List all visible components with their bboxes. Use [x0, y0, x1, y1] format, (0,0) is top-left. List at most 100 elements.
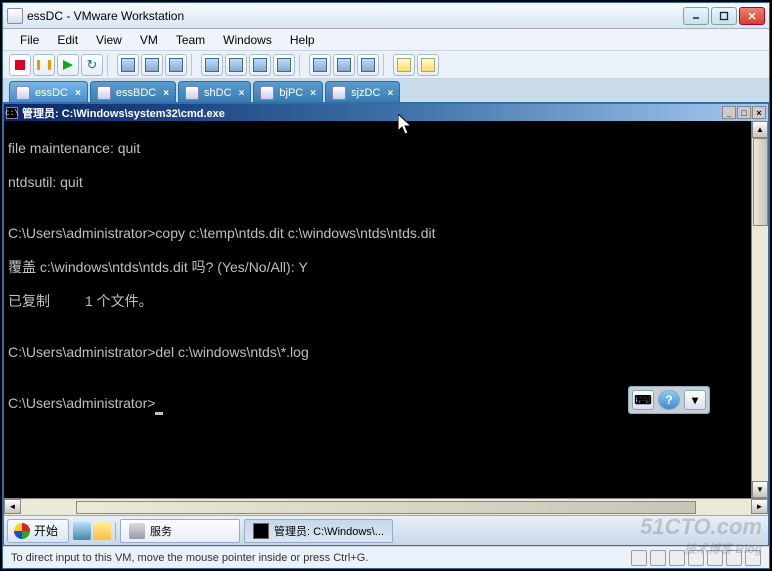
- tab-label: essBDC: [116, 87, 156, 99]
- close-tab-icon[interactable]: ×: [310, 88, 316, 99]
- menu-edit[interactable]: Edit: [48, 31, 87, 49]
- tab-label: bjPC: [279, 87, 303, 99]
- status-device-icons: [631, 550, 761, 566]
- dropdown-icon[interactable]: ▾: [684, 390, 706, 410]
- poweroff-icon[interactable]: [9, 54, 31, 76]
- fullscreen-icon[interactable]: [249, 54, 271, 76]
- maximize-button[interactable]: [711, 7, 737, 25]
- windows-logo-icon: [14, 523, 30, 539]
- cmd-maximize-icon[interactable]: □: [737, 106, 751, 119]
- tab-label: shDC: [204, 87, 232, 99]
- cmd-minimize-icon[interactable]: _: [722, 106, 736, 119]
- menu-windows[interactable]: Windows: [214, 31, 281, 49]
- snap-mgr-icon[interactable]: [165, 54, 187, 76]
- separator: [299, 54, 305, 76]
- menu-vm[interactable]: VM: [131, 31, 167, 49]
- menu-file[interactable]: File: [11, 31, 48, 49]
- app-icon: [7, 8, 23, 24]
- tab-bjpc[interactable]: bjPC ×: [253, 81, 323, 102]
- separator: [383, 54, 389, 76]
- cmd-icon: [253, 523, 269, 539]
- floppy-icon[interactable]: [669, 550, 685, 566]
- nic-icon[interactable]: [688, 550, 704, 566]
- scroll-up-icon[interactable]: ▲: [752, 121, 768, 138]
- vm-icon: [332, 86, 346, 100]
- explorer-icon[interactable]: [93, 522, 111, 540]
- horizontal-scrollbar[interactable]: ◄ ►: [4, 498, 768, 515]
- suspend-icon[interactable]: [33, 54, 55, 76]
- help-icon[interactable]: ?: [658, 390, 680, 410]
- taskbar-item-cmd[interactable]: 管理员: C:\Windows\...: [244, 519, 393, 543]
- menu-help[interactable]: Help: [281, 31, 324, 49]
- revert-icon[interactable]: [141, 54, 163, 76]
- term-line: 覆盖 c:\windows\ntds\ntds.dit 吗? (Yes/No/A…: [8, 259, 751, 276]
- start-label: 开始: [34, 522, 58, 539]
- printer-icon[interactable]: [745, 550, 761, 566]
- tab-label: sjzDC: [351, 87, 380, 99]
- scroll-down-icon[interactable]: ▼: [752, 481, 768, 498]
- cmd-icon: c:\: [6, 107, 18, 119]
- close-tab-icon[interactable]: ×: [75, 88, 81, 99]
- quickswitch-icon[interactable]: [225, 54, 247, 76]
- reset-icon[interactable]: [81, 54, 103, 76]
- vm-icon: [97, 86, 111, 100]
- usb-icon[interactable]: [707, 550, 723, 566]
- status-hint: To direct input to this VM, move the mou…: [11, 552, 368, 564]
- sound-icon[interactable]: [726, 550, 742, 566]
- start-button[interactable]: 开始: [7, 519, 69, 543]
- tab-shdc[interactable]: shDC ×: [178, 81, 251, 102]
- tab-sjzdc[interactable]: sjzDC ×: [325, 81, 400, 102]
- scroll-thumb[interactable]: [753, 138, 768, 226]
- term-line: ntdsutil: quit: [8, 174, 751, 191]
- menubar: File Edit View VM Team Windows Help: [3, 29, 769, 51]
- guest-taskbar: 开始 服务 管理员: C:\Windows\...: [4, 515, 768, 545]
- scroll-left-icon[interactable]: ◄: [4, 499, 21, 514]
- separator: [191, 54, 197, 76]
- snapshot-icon[interactable]: [117, 54, 139, 76]
- scroll-thumb[interactable]: [76, 501, 697, 514]
- summary-icon[interactable]: [309, 54, 331, 76]
- capture-icon[interactable]: [357, 54, 379, 76]
- replay-icon[interactable]: [393, 54, 415, 76]
- cd-icon[interactable]: [650, 550, 666, 566]
- titlebar[interactable]: essDC - VMware Workstation: [3, 3, 769, 29]
- vm-icon: [260, 86, 274, 100]
- cmd-titlebar[interactable]: c:\ 管理员: C:\Windows\system32\cmd.exe _ □…: [4, 104, 768, 121]
- taskbar-item-label: 管理员: C:\Windows\...: [274, 523, 384, 539]
- term-line: file maintenance: quit: [8, 140, 751, 157]
- tab-essbdc[interactable]: essBDC ×: [90, 81, 176, 102]
- hdd-icon[interactable]: [631, 550, 647, 566]
- guest-display[interactable]: c:\ 管理员: C:\Windows\system32\cmd.exe _ □…: [3, 103, 769, 546]
- unity-icon[interactable]: [273, 54, 295, 76]
- separator: [107, 54, 113, 76]
- floating-toolbox[interactable]: ⌨ ? ▾: [628, 386, 710, 414]
- statusbar: To direct input to this VM, move the mou…: [3, 546, 769, 568]
- scroll-right-icon[interactable]: ►: [751, 499, 768, 514]
- terminal[interactable]: file maintenance: quit ntdsutil: quit C:…: [4, 121, 751, 498]
- term-line: C:\Users\administrator>copy c:\temp\ntds…: [8, 225, 751, 242]
- tab-strip: essDC × essBDC × shDC × bjPC × sjzDC ×: [3, 79, 769, 103]
- cursor-icon: [155, 412, 163, 415]
- close-tab-icon[interactable]: ×: [163, 88, 169, 99]
- close-tab-icon[interactable]: ×: [387, 88, 393, 99]
- taskbar-item-services[interactable]: 服务: [120, 519, 240, 543]
- tab-essdc[interactable]: essDC ×: [9, 81, 88, 102]
- show-desktop-icon[interactable]: [73, 522, 91, 540]
- poweron-icon[interactable]: [57, 54, 79, 76]
- menu-team[interactable]: Team: [167, 31, 214, 49]
- minimize-button[interactable]: [683, 7, 709, 25]
- keyboard-icon[interactable]: ⌨: [632, 390, 654, 410]
- quick-launch: [73, 522, 116, 540]
- vm-icon: [185, 86, 199, 100]
- appliance-icon[interactable]: [333, 54, 355, 76]
- vmware-main-window: essDC - VMware Workstation File Edit Vie…: [2, 2, 770, 569]
- show-console-icon[interactable]: [201, 54, 223, 76]
- menu-view[interactable]: View: [87, 31, 131, 49]
- close-tab-icon[interactable]: ×: [239, 88, 245, 99]
- cmd-close-icon[interactable]: ×: [752, 106, 766, 119]
- close-button[interactable]: [739, 7, 765, 25]
- replay-mgr-icon[interactable]: [417, 54, 439, 76]
- tab-label: essDC: [35, 87, 68, 99]
- taskbar-item-label: 服务: [150, 523, 172, 539]
- vertical-scrollbar[interactable]: ▲ ▼: [751, 121, 768, 498]
